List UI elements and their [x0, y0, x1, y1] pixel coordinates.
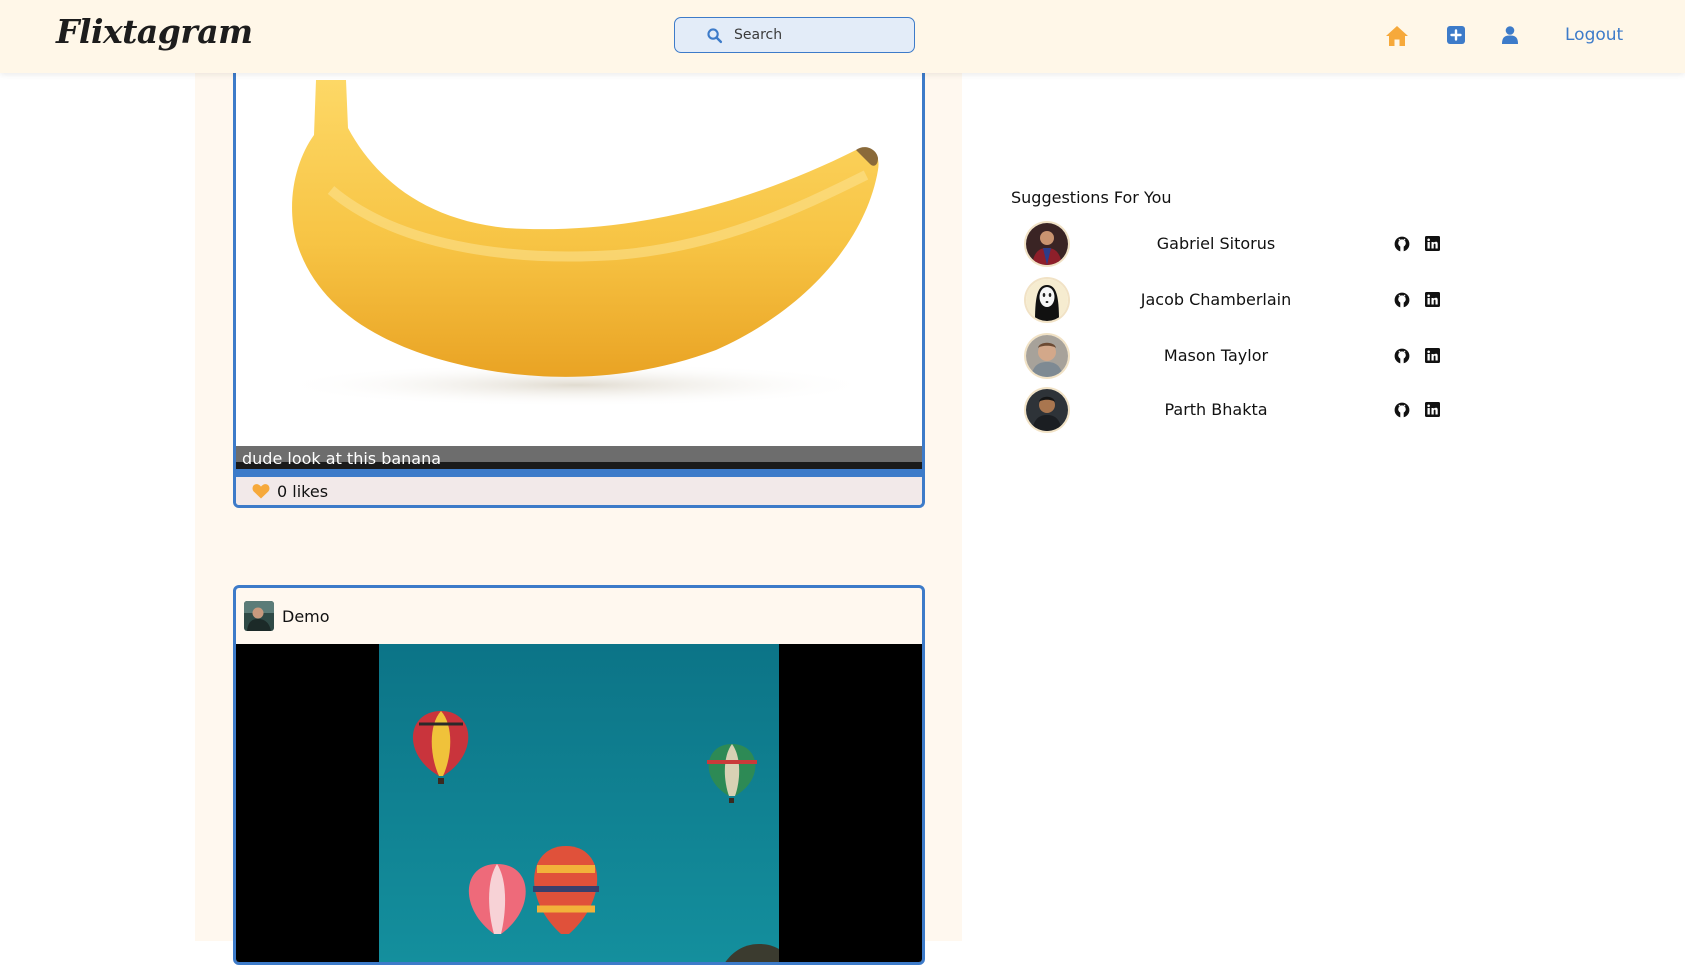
search-icon	[707, 27, 723, 43]
search-bar[interactable]	[674, 17, 915, 53]
suggestion-row: Mason Taylor	[1026, 335, 1446, 377]
linkedin-icon[interactable]	[1425, 292, 1440, 307]
post-image[interactable]	[236, 40, 922, 446]
github-icon[interactable]	[1394, 236, 1410, 252]
brand-logo[interactable]: Flixtagram	[56, 12, 253, 51]
suggestion-row: Gabriel Sitorus	[1026, 223, 1446, 265]
divider	[236, 469, 922, 477]
add-post-icon[interactable]	[1447, 26, 1465, 44]
avatar[interactable]	[1026, 389, 1068, 431]
github-icon[interactable]	[1394, 348, 1410, 364]
post-card: Demo	[233, 585, 925, 965]
logout-button[interactable]: Logout	[1565, 25, 1623, 45]
linkedin-icon[interactable]	[1425, 402, 1440, 417]
post-image[interactable]	[236, 644, 922, 962]
caption-bar: dude look at this banana	[236, 446, 922, 469]
post-username[interactable]: Demo	[282, 607, 330, 626]
post-caption: dude look at this banana	[242, 449, 442, 468]
linkedin-icon[interactable]	[1425, 348, 1440, 363]
balloons-image	[379, 644, 779, 962]
suggestion-name[interactable]: Parth Bhakta	[1116, 400, 1316, 419]
suggestions-title: Suggestions For You	[1011, 188, 1172, 207]
suggestion-name[interactable]: Jacob Chamberlain	[1116, 290, 1316, 309]
avatar[interactable]	[244, 601, 274, 631]
search-input[interactable]	[732, 26, 886, 44]
home-icon[interactable]	[1385, 25, 1409, 47]
likes-count: 0 likes	[277, 481, 329, 501]
post-card: dude look at this banana 0 likes	[233, 40, 925, 508]
banana-image	[276, 80, 879, 407]
github-icon[interactable]	[1394, 292, 1410, 308]
github-icon[interactable]	[1394, 402, 1410, 418]
heart-icon[interactable]	[252, 483, 270, 499]
avatar[interactable]	[1026, 279, 1068, 321]
suggestion-name[interactable]: Gabriel Sitorus	[1116, 234, 1316, 253]
top-navbar: Flixtagram Logout	[0, 0, 1685, 73]
suggestion-row: Jacob Chamberlain	[1026, 279, 1446, 321]
suggestion-name[interactable]: Mason Taylor	[1116, 346, 1316, 365]
avatar[interactable]	[1026, 223, 1068, 265]
profile-icon[interactable]	[1502, 26, 1518, 44]
suggestion-row: Parth Bhakta	[1026, 389, 1446, 431]
linkedin-icon[interactable]	[1425, 236, 1440, 251]
post-header: Demo	[236, 588, 922, 644]
avatar[interactable]	[1026, 335, 1068, 377]
likes-row: 0 likes	[236, 477, 922, 505]
